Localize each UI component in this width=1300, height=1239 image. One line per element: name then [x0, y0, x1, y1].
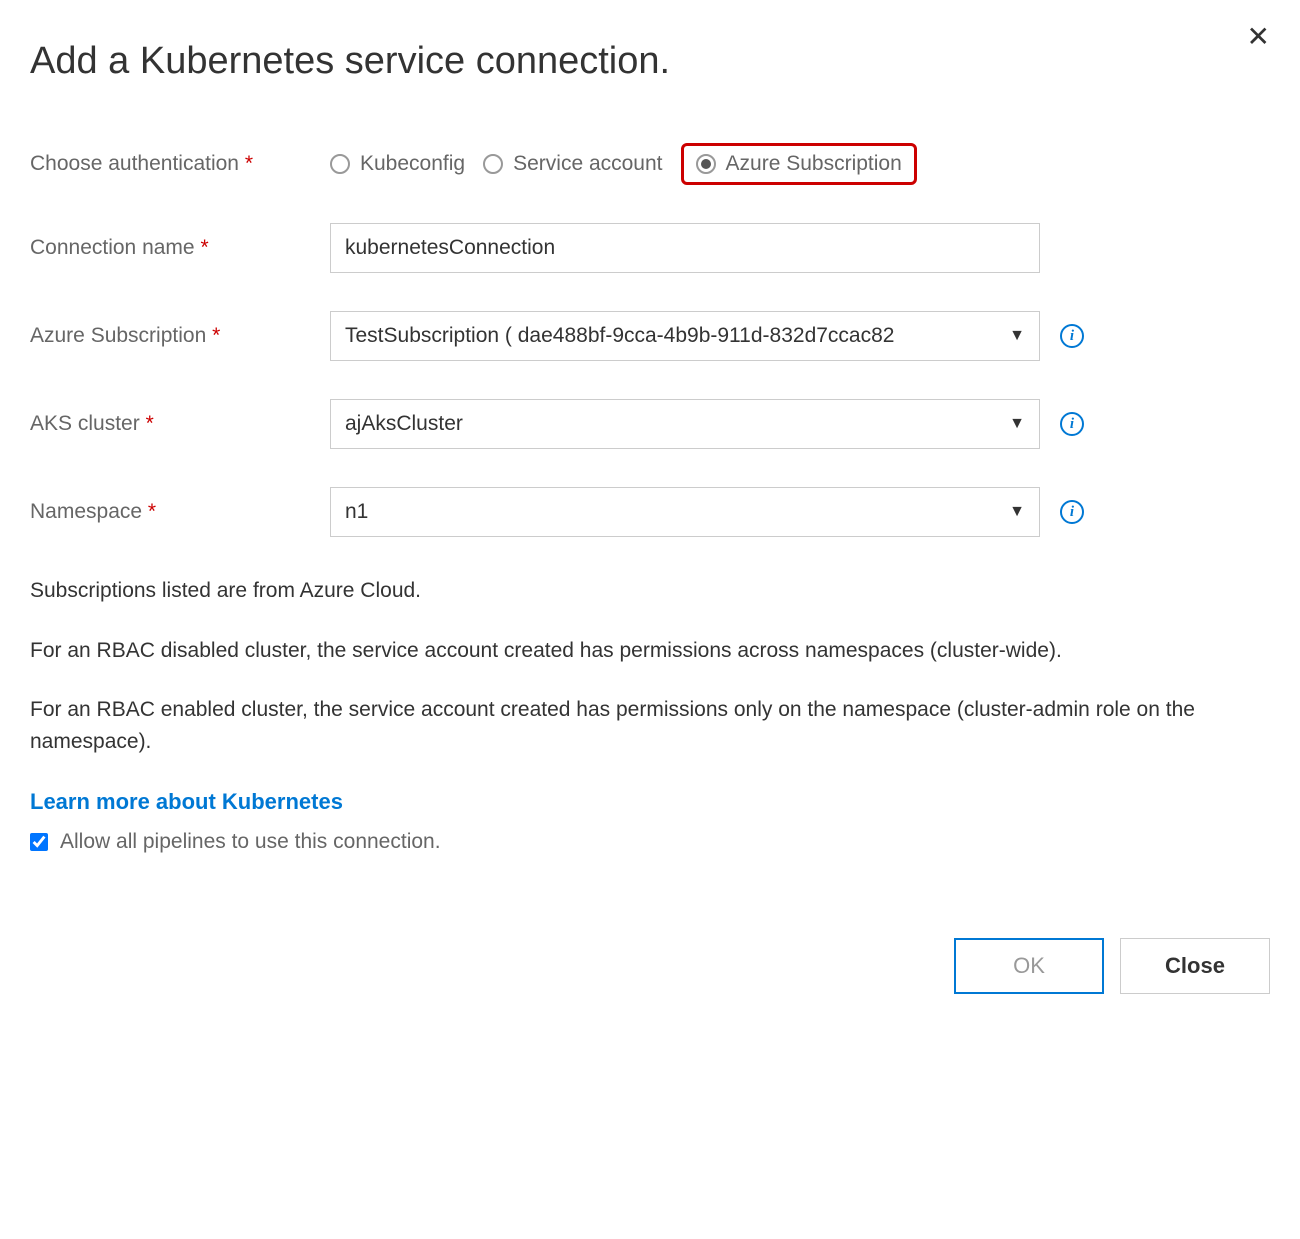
azure-subscription-label-text: Azure Subscription [30, 324, 206, 347]
connection-name-input[interactable] [330, 223, 1040, 273]
namespace-required-mark: * [148, 500, 156, 523]
aks-cluster-row: AKS cluster * ajAksCluster ▼ i [30, 399, 1270, 449]
info-icon[interactable]: i [1060, 324, 1084, 348]
description-line-2: For an RBAC disabled cluster, the servic… [30, 635, 1270, 667]
radio-service-account[interactable]: Service account [483, 152, 662, 176]
authentication-radio-group: Kubeconfig Service account Azure Subscri… [330, 143, 917, 185]
allow-pipelines-checkbox[interactable] [30, 833, 48, 851]
aks-cluster-dropdown[interactable]: ajAksCluster ▼ [330, 399, 1040, 449]
connection-name-label-text: Connection name [30, 236, 195, 259]
authentication-row: Choose authentication * Kubeconfig Servi… [30, 143, 1270, 185]
description-block: Subscriptions listed are from Azure Clou… [30, 575, 1270, 858]
namespace-row: Namespace * n1 ▼ i [30, 487, 1270, 537]
azure-subscription-value: TestSubscription ( dae488bf-9cca-4b9b-91… [345, 324, 999, 348]
info-icon[interactable]: i [1060, 500, 1084, 524]
info-icon[interactable]: i [1060, 412, 1084, 436]
radio-azure-subscription[interactable]: Azure Subscription [681, 143, 917, 185]
aks-cluster-label: AKS cluster * [30, 412, 330, 436]
aks-cluster-required-mark: * [146, 412, 154, 435]
azure-subscription-dropdown[interactable]: TestSubscription ( dae488bf-9cca-4b9b-91… [330, 311, 1040, 361]
namespace-dropdown[interactable]: n1 ▼ [330, 487, 1040, 537]
description-line-3: For an RBAC enabled cluster, the service… [30, 694, 1270, 757]
azure-subscription-row: Azure Subscription * TestSubscription ( … [30, 311, 1270, 361]
namespace-label-text: Namespace [30, 500, 142, 523]
chevron-down-icon: ▼ [1009, 503, 1025, 521]
allow-pipelines-row: Allow all pipelines to use this connecti… [30, 826, 1270, 858]
namespace-label: Namespace * [30, 500, 330, 524]
ok-button[interactable]: OK [954, 938, 1104, 994]
connection-name-label: Connection name * [30, 236, 330, 260]
close-icon[interactable]: ✕ [1247, 20, 1270, 53]
chevron-down-icon: ▼ [1009, 327, 1025, 345]
radio-icon [330, 154, 350, 174]
connection-name-required-mark: * [200, 236, 208, 259]
radio-azure-subscription-label: Azure Subscription [726, 152, 902, 176]
chevron-down-icon: ▼ [1009, 415, 1025, 433]
authentication-required-mark: * [245, 152, 253, 175]
learn-more-link[interactable]: Learn more about Kubernetes [30, 785, 343, 818]
allow-pipelines-label: Allow all pipelines to use this connecti… [60, 826, 441, 858]
authentication-label-text: Choose authentication [30, 152, 239, 175]
authentication-label: Choose authentication * [30, 152, 330, 176]
radio-icon [696, 154, 716, 174]
radio-icon [483, 154, 503, 174]
radio-kubeconfig[interactable]: Kubeconfig [330, 152, 465, 176]
radio-service-account-label: Service account [513, 152, 662, 176]
aks-cluster-value: ajAksCluster [345, 412, 999, 436]
button-row: OK Close [30, 938, 1270, 994]
dialog-title: Add a Kubernetes service connection. [30, 40, 1270, 83]
description-line-1: Subscriptions listed are from Azure Clou… [30, 575, 1270, 607]
connection-name-row: Connection name * [30, 223, 1270, 273]
close-button[interactable]: Close [1120, 938, 1270, 994]
azure-subscription-required-mark: * [212, 324, 220, 347]
namespace-value: n1 [345, 500, 999, 524]
azure-subscription-label: Azure Subscription * [30, 324, 330, 348]
aks-cluster-label-text: AKS cluster [30, 412, 140, 435]
radio-kubeconfig-label: Kubeconfig [360, 152, 465, 176]
